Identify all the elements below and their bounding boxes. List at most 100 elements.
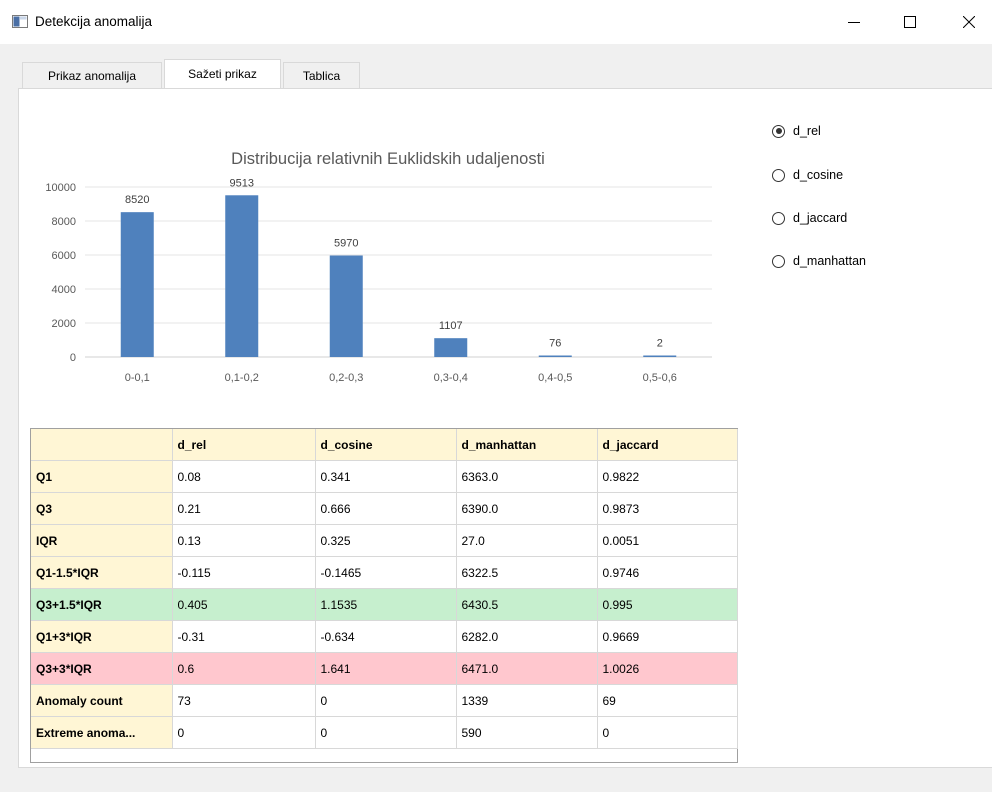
y-tick-label: 8000 (52, 216, 76, 228)
distribution-chart: Distribucija relativnih Euklidskih udalj… (45, 150, 712, 384)
close-icon (963, 16, 975, 28)
bar (538, 355, 572, 357)
x-tick-label: 0,4-0,5 (538, 372, 572, 384)
column-header[interactable]: d_jaccard (597, 429, 738, 461)
table-cell[interactable]: 0.9669 (597, 620, 738, 653)
radio-label: d_jaccard (793, 211, 848, 225)
table-cell[interactable]: -0.115 (172, 556, 316, 589)
table-cell[interactable]: 0.6 (172, 652, 316, 685)
table-cell[interactable]: -0.634 (315, 620, 457, 653)
table-cell[interactable]: 0.08 (172, 460, 316, 493)
table-cell[interactable]: 6390.0 (456, 492, 598, 525)
minimize-icon (848, 22, 860, 23)
y-axis-ticks: 0 2000 4000 6000 8000 10000 (45, 182, 76, 364)
x-tick-label: 0,3-0,4 (434, 372, 468, 384)
table-cell[interactable]: 6363.0 (456, 460, 598, 493)
table-cell[interactable]: 0.325 (315, 524, 457, 557)
maximize-button[interactable] (887, 0, 933, 44)
radio-label: d_rel (793, 124, 821, 138)
row-header[interactable]: Q3+1.5*IQR (31, 588, 173, 621)
table-cell[interactable]: 0 (315, 716, 457, 749)
column-header[interactable]: d_manhattan (456, 429, 598, 461)
table-cell[interactable]: 1.641 (315, 652, 457, 685)
x-axis-ticks: 0-0,1 0,1-0,2 0,2-0,3 0,3-0,4 0,4-0,5 0,5-0,6 (125, 372, 677, 384)
table-cell[interactable]: 1.1535 (315, 588, 457, 621)
chart-title: Distribucija relativnih Euklidskih udalj… (231, 150, 545, 168)
bar-data-label: 9513 (230, 177, 254, 189)
close-button[interactable] (946, 0, 992, 44)
bar-data-label: 8520 (125, 194, 149, 206)
bar (120, 212, 154, 357)
row-header[interactable]: Anomaly count (31, 684, 173, 717)
table-cell[interactable]: 1.0026 (597, 652, 738, 685)
radio-unselected-icon (772, 254, 785, 268)
table-cell[interactable]: 27.0 (456, 524, 598, 557)
radio-d-cosine[interactable]: d_cosine (772, 168, 843, 182)
corner-header (31, 429, 173, 461)
y-tick-label: 0 (70, 352, 76, 364)
table-cell[interactable]: 0.9873 (597, 492, 738, 525)
table-cell[interactable]: 0 (597, 716, 738, 749)
table-cell[interactable]: -0.1465 (315, 556, 457, 589)
bar (225, 195, 259, 357)
table-cell[interactable]: 0.0051 (597, 524, 738, 557)
table-cell[interactable]: 0.341 (315, 460, 457, 493)
row-header[interactable]: Q1+3*IQR (31, 620, 173, 653)
bar-data-labels: 8520 9513 5970 1107 76 2 (125, 177, 663, 349)
tab-label: Sažeti prikaz (188, 67, 257, 81)
table-cell[interactable]: 0 (172, 716, 316, 749)
row-header[interactable]: Q3 (31, 492, 173, 525)
radio-d-jaccard[interactable]: d_jaccard (772, 211, 847, 225)
table-cell[interactable]: 6471.0 (456, 652, 598, 685)
x-tick-label: 0,1-0,2 (225, 372, 259, 384)
row-header[interactable]: Q1 (31, 460, 173, 493)
table-cell[interactable]: 6430.5 (456, 588, 598, 621)
table-cell[interactable]: 0.9822 (597, 460, 738, 493)
table-cell[interactable]: 590 (456, 716, 598, 749)
radio-selected-icon (772, 124, 785, 138)
table-cell[interactable]: 1339 (456, 684, 598, 717)
table-cell[interactable]: 0.13 (172, 524, 316, 557)
table-cell[interactable]: 6322.5 (456, 556, 598, 589)
radio-unselected-icon (772, 211, 785, 225)
row-header[interactable]: Q3+3*IQR (31, 652, 173, 685)
radio-label: d_manhattan (793, 254, 866, 268)
table-cell[interactable]: 73 (172, 684, 316, 717)
table-cell[interactable]: 0.995 (597, 588, 738, 621)
table-row: Q1+3*IQR -0.31 -0.634 6282.0 0.9669 (31, 620, 738, 653)
table-cell[interactable]: 69 (597, 684, 738, 717)
radio-label: d_cosine (793, 168, 844, 182)
row-header[interactable]: IQR (31, 524, 173, 557)
column-header[interactable]: d_rel (172, 429, 316, 461)
row-header[interactable]: Extreme anoma... (31, 716, 173, 749)
bar-data-label: 5970 (334, 238, 358, 250)
table-cell[interactable]: 0.405 (172, 588, 316, 621)
y-tick-label: 10000 (45, 182, 76, 194)
radio-d-manhattan[interactable]: d_manhattan (772, 254, 866, 268)
column-header[interactable]: d_cosine (315, 429, 457, 461)
bar-data-label: 2 (657, 338, 663, 350)
bar (643, 355, 677, 357)
table-row: Q3 0.21 0.666 6390.0 0.9873 (31, 492, 738, 525)
row-header[interactable]: Q1-1.5*IQR (31, 556, 173, 589)
x-tick-label: 0-0,1 (125, 372, 150, 384)
y-tick-label: 6000 (52, 250, 76, 262)
minimize-button[interactable] (831, 0, 877, 44)
bar (329, 255, 363, 357)
tab-sazeti-prikaz[interactable]: Sažeti prikaz (164, 59, 281, 88)
maximize-icon (904, 16, 916, 28)
table-row: IQR 0.13 0.325 27.0 0.0051 (31, 524, 738, 557)
table-cell[interactable]: 0.21 (172, 492, 316, 525)
table-cell[interactable]: -0.31 (172, 620, 316, 653)
table-cell[interactable]: 0 (315, 684, 457, 717)
stats-table: d_rel d_cosine d_manhattan d_jaccard Q1 0… (31, 429, 738, 749)
table-row: Q1-1.5*IQR -0.115 -0.1465 6322.5 0.9746 (31, 556, 738, 589)
table-row: Q1 0.08 0.341 6363.0 0.9822 (31, 460, 738, 493)
radio-d-rel[interactable]: d_rel (772, 124, 821, 138)
table-cell[interactable]: 0.9746 (597, 556, 738, 589)
table-header-row: d_rel d_cosine d_manhattan d_jaccard (31, 429, 738, 461)
table-row: Anomaly count 73 0 1339 69 (31, 684, 738, 717)
radio-unselected-icon (772, 168, 785, 182)
table-cell[interactable]: 0.666 (315, 492, 457, 525)
table-cell[interactable]: 6282.0 (456, 620, 598, 653)
